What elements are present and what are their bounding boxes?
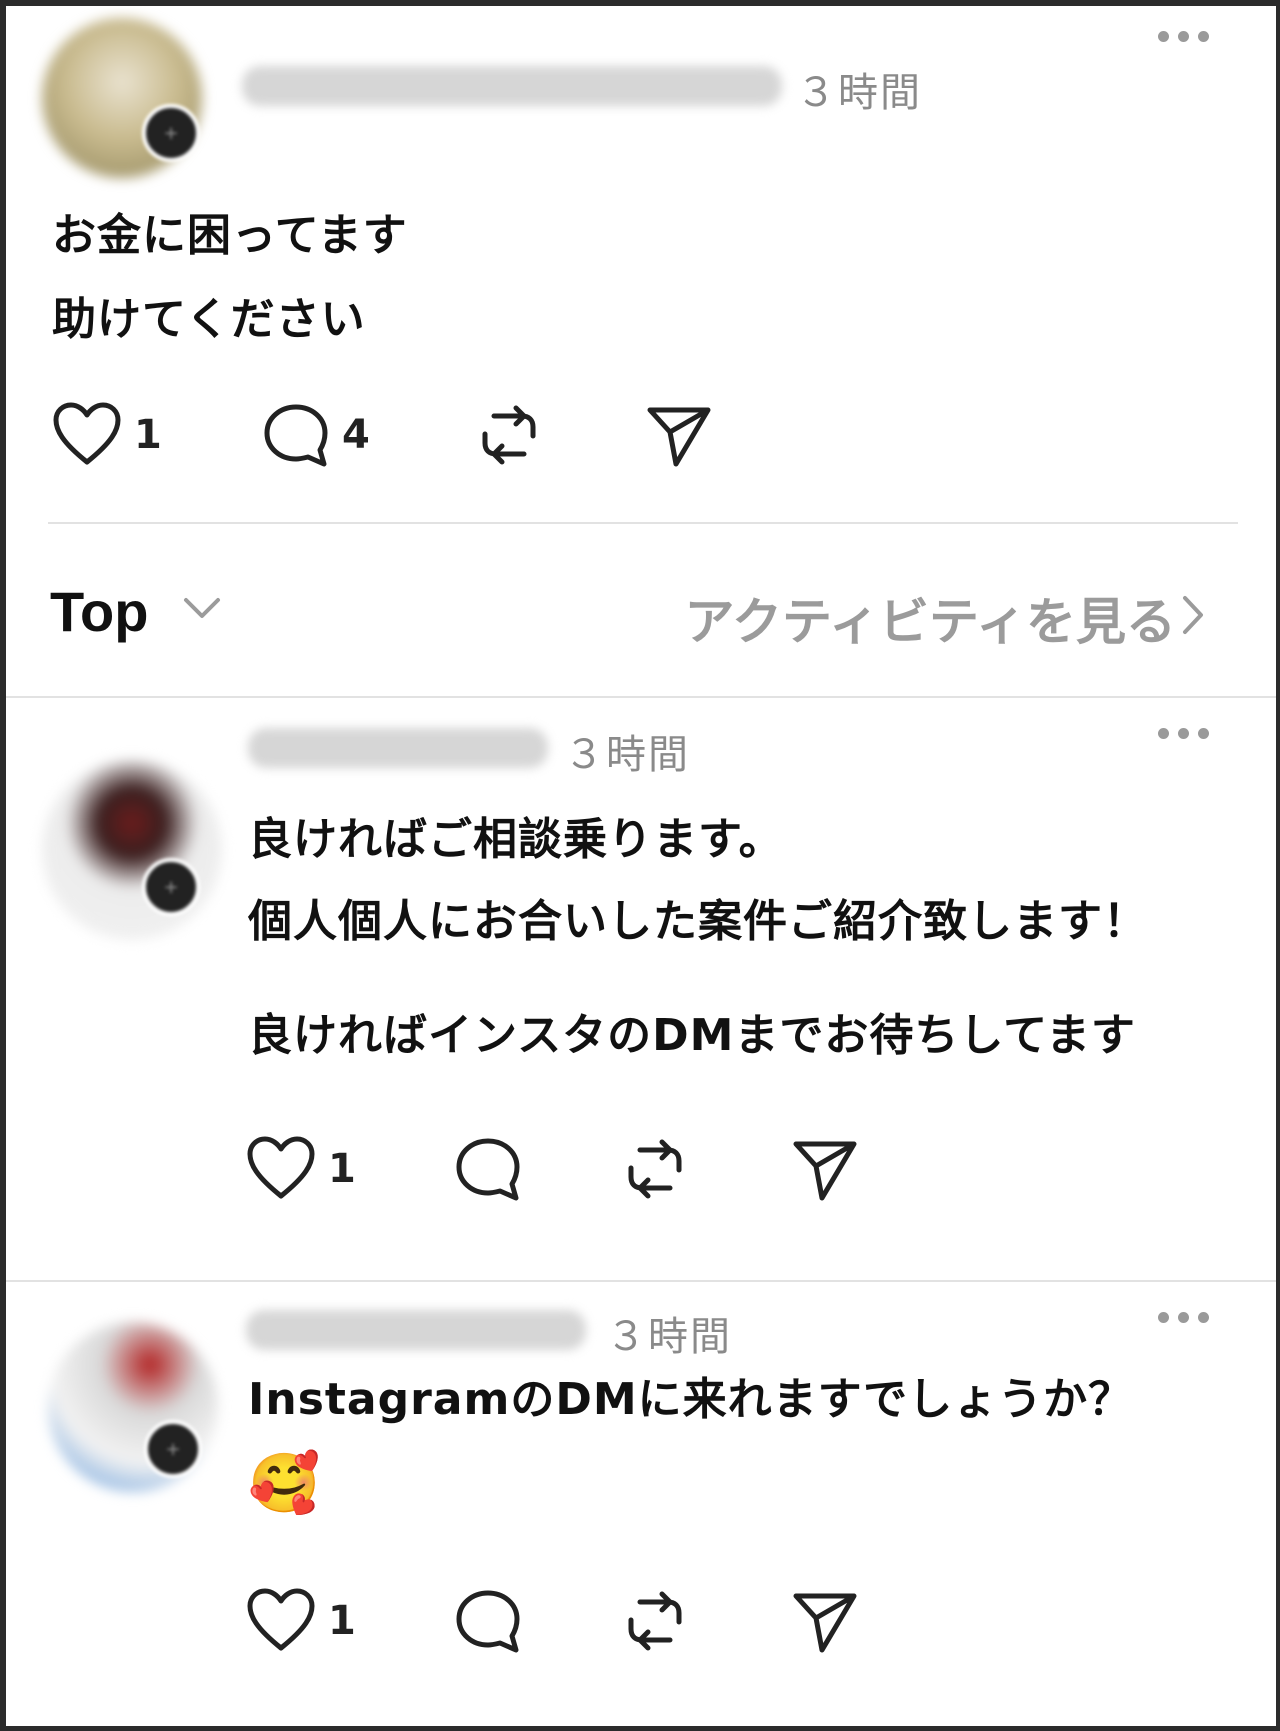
view-activity-link[interactable]: アクティビティを見る	[685, 582, 1177, 654]
like-button[interactable]: 1	[52, 402, 162, 468]
chevron-down-icon[interactable]	[182, 594, 222, 622]
heart-icon	[53, 402, 121, 465]
more-icon[interactable]	[1158, 31, 1209, 42]
comment-button[interactable]	[454, 1588, 522, 1654]
post-line: お金に困ってます	[52, 210, 408, 261]
reply-line: InstagramのDMに来れますでしょうか？	[248, 1374, 1134, 1425]
reply-actions: 1	[246, 1136, 866, 1206]
reply-line: 良ければインスタのDMまでお待ちしてます	[248, 1010, 1136, 1061]
reply-line: 個人個人にお合いした案件ご紹介致します！	[248, 896, 1148, 947]
thread-view: + ３時間 お金に困ってます 助けてください 1 4 Top アクティビティを見…	[6, 6, 1276, 1726]
more-icon[interactable]	[1158, 728, 1209, 739]
share-icon	[647, 407, 711, 467]
like-button[interactable]: 1	[246, 1588, 356, 1654]
like-count: 1	[134, 412, 162, 458]
username-redacted[interactable]	[246, 1310, 586, 1350]
like-button[interactable]: 1	[246, 1136, 356, 1202]
repost-button[interactable]	[622, 1588, 688, 1654]
share-button[interactable]	[792, 1136, 858, 1202]
comment-icon	[264, 404, 328, 467]
share-button[interactable]	[792, 1588, 858, 1654]
comment-icon	[456, 1138, 520, 1201]
share-button[interactable]	[646, 402, 712, 468]
post-line: 助けてください	[52, 294, 366, 345]
like-count: 1	[328, 1598, 356, 1644]
chevron-right-icon[interactable]	[1180, 594, 1206, 636]
reply: + ３時間 InstagramのDMに来れますでしょうか？ 🥰 1	[6, 1282, 1276, 1726]
avatar[interactable]	[42, 760, 222, 940]
more-icon[interactable]	[1158, 1312, 1209, 1323]
avatar-badge-icon: +	[144, 1420, 202, 1478]
repost-button[interactable]	[476, 402, 542, 468]
divider	[48, 522, 1238, 524]
comment-button[interactable]: 4	[262, 402, 370, 468]
heart-icon	[247, 1588, 315, 1651]
avatar-badge-icon: +	[142, 104, 200, 162]
repost-button[interactable]	[622, 1136, 688, 1202]
share-icon	[793, 1141, 857, 1201]
heart-icon	[247, 1136, 315, 1199]
reply-time: ３時間	[606, 1314, 732, 1360]
repost-icon	[482, 405, 536, 465]
avatar-badge-icon: +	[142, 858, 200, 916]
sort-label[interactable]: Top	[50, 579, 148, 644]
username-redacted[interactable]	[248, 728, 548, 768]
share-icon	[793, 1593, 857, 1653]
reply-actions: 1	[246, 1588, 866, 1658]
smiling-face-with-hearts-emoji: 🥰	[248, 1449, 321, 1517]
like-count: 1	[328, 1146, 356, 1192]
username-redacted[interactable]	[242, 66, 782, 106]
repost-icon	[628, 1139, 682, 1199]
comment-button[interactable]	[454, 1136, 522, 1202]
repost-icon	[628, 1591, 682, 1651]
reply: + ３時間 良ければご相談乗ります。 個人個人にお合いした案件ご紹介致します！ …	[6, 698, 1276, 1280]
reply-line: 良ければご相談乗ります。	[248, 814, 784, 865]
original-post: + ３時間 お金に困ってます 助けてください 1 4	[6, 6, 1276, 526]
comment-count: 4	[342, 412, 370, 458]
comment-icon	[456, 1590, 520, 1653]
post-actions: 1 4	[52, 402, 752, 472]
reply-time: ３時間	[564, 732, 690, 778]
post-time: ３時間	[796, 70, 922, 116]
